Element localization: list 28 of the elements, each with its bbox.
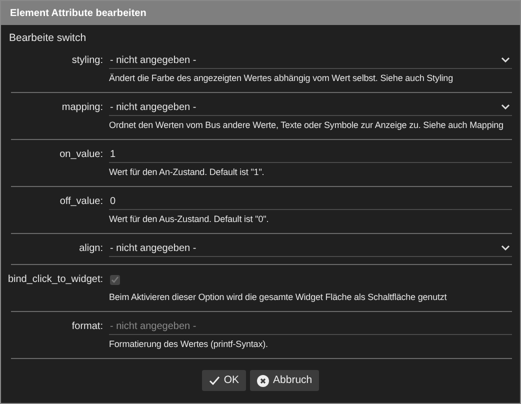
field-label: bind_click_to_widget: <box>8 273 103 287</box>
cancel-button[interactable]: Abbruch <box>250 370 320 391</box>
select-field[interactable]: - nicht angegeben - <box>109 99 512 116</box>
field-description: Ordnet den Werten vom Bus andere Werte, Texte oder Symbole zur Anzeige zu. Siehe auch Mapping <box>109 119 504 132</box>
input-field[interactable]: 1 <box>109 146 512 163</box>
select-field[interactable]: - nicht angegeben - <box>109 52 512 69</box>
close-icon <box>257 374 270 386</box>
chevron-down-icon <box>501 104 510 110</box>
window-title: Element Attribute bearbeiten <box>10 6 146 20</box>
field-description: Ändert die Farbe des angezeigten Wertes abhängig vom Wert selbst. Siehe auch Styling <box>109 72 454 85</box>
input-field[interactable]: 0 <box>109 193 512 210</box>
chevron-down-icon <box>501 245 510 251</box>
field-label: mapping: <box>62 101 103 115</box>
dialog-heading: Bearbeite switch <box>9 31 88 45</box>
field-label: align: <box>79 242 103 256</box>
ok-button[interactable]: OK <box>202 370 246 391</box>
field-label: on_value: <box>60 148 103 162</box>
checkmark-icon <box>208 376 220 385</box>
field-label: format: <box>72 320 103 334</box>
field-label: off_value: <box>60 195 103 209</box>
select-field[interactable]: - nicht angegeben - <box>109 240 512 257</box>
input-field[interactable]: - nicht angegeben - <box>109 318 512 335</box>
field-description: Wert für den An-Zustand. Default ist "1". <box>109 166 266 179</box>
chevron-down-icon <box>501 57 510 63</box>
field-description: Formatierung des Wertes (printf-Syntax). <box>109 338 269 351</box>
field-label: styling: <box>72 54 103 68</box>
field-description: Beim Aktivieren dieser Option wird die gesamte Widget Fläche als Schaltfläche genutzt <box>109 291 448 304</box>
field-description: Wert für den Aus-Zustand. Default ist "0". <box>109 213 270 226</box>
